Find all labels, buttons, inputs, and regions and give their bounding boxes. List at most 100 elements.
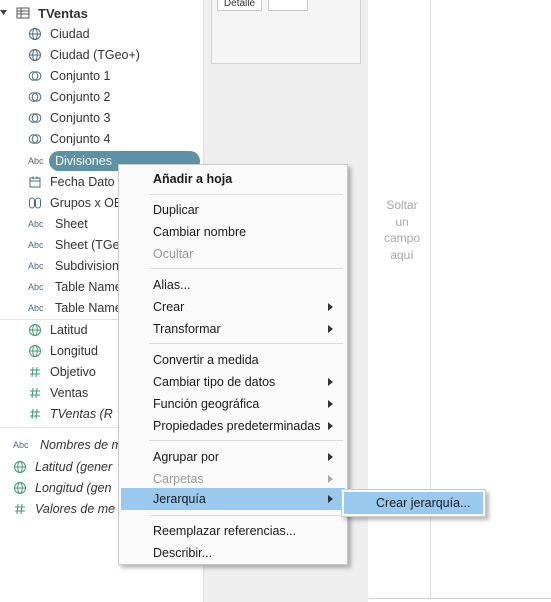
field-label: Sheet xyxy=(55,217,88,231)
field-label: Ciudad (TGeo+) xyxy=(50,48,140,62)
submenu-arrow-icon xyxy=(328,475,333,483)
field-label: Conjunto 1 xyxy=(50,69,111,83)
menu-item-add-to-sheet[interactable]: Añadir a hoja xyxy=(119,168,347,190)
field-ciudad-tgeo[interactable]: Ciudad (TGeo+) xyxy=(28,45,140,65)
datasource-row[interactable]: TVentas xyxy=(0,3,88,23)
field-sheet-tgeo[interactable]: Abc Sheet (TGeo xyxy=(28,235,127,255)
submenu-arrow-icon xyxy=(328,400,333,408)
set-icon xyxy=(28,132,42,146)
string-type-icon: Abc xyxy=(28,156,44,166)
field-tventas-count[interactable]: TVentas (R xyxy=(28,404,113,424)
menu-separator xyxy=(149,194,343,195)
field-conjunto-1[interactable]: Conjunto 1 xyxy=(28,66,110,86)
field-label: TVentas (R xyxy=(50,407,113,421)
set-icon xyxy=(28,69,42,83)
string-type-icon: Abc xyxy=(28,219,44,229)
menu-item-change-data-type[interactable]: Cambiar tipo de datos xyxy=(119,371,347,393)
field-label: Grupos x OB xyxy=(50,196,123,210)
field-conjunto-4[interactable]: Conjunto 4 xyxy=(28,129,110,149)
submenu-arrow-icon xyxy=(328,453,333,461)
context-menu: Añadir a hoja Duplicar Cambiar nombre Oc… xyxy=(118,164,348,565)
menu-item-hide[interactable]: Ocultar xyxy=(119,243,347,265)
menu-separator xyxy=(149,268,343,269)
string-type-icon: Abc xyxy=(28,261,44,271)
field-nombres-de-medidas[interactable]: Abc Nombres de m xyxy=(13,435,122,455)
field-table-name-1[interactable]: Abc Table Name xyxy=(28,277,122,297)
hash-icon xyxy=(28,407,42,421)
tooltip-button[interactable] xyxy=(268,0,308,11)
field-label: Longitud (gen xyxy=(35,481,112,495)
field-label: Latitud (gener xyxy=(35,460,113,474)
menu-item-geographic-role[interactable]: Función geográfica xyxy=(119,393,347,415)
field-grupos[interactable]: Grupos x OB xyxy=(28,193,122,213)
string-type-icon: Abc xyxy=(28,303,44,313)
menu-separator xyxy=(149,515,343,516)
drop-field-hint: Soltar un campo aquí xyxy=(383,198,421,262)
field-table-name-2[interactable]: Abc Table Name xyxy=(28,298,122,318)
hash-icon xyxy=(13,502,27,516)
field-valores-de-medidas[interactable]: Valores de me xyxy=(13,499,115,519)
marks-card: Detalle xyxy=(211,0,361,64)
menu-item-aliases[interactable]: Alias... xyxy=(119,274,347,296)
field-label: Ciudad xyxy=(50,27,90,41)
globe-icon xyxy=(13,481,27,495)
field-latitud[interactable]: Latitud xyxy=(28,320,88,340)
field-fecha-dato[interactable]: Fecha Dato xyxy=(28,172,115,192)
calendar-icon xyxy=(28,175,42,189)
field-longitud[interactable]: Longitud xyxy=(28,341,98,361)
field-label: Table Name xyxy=(55,301,122,315)
field-label: Latitud xyxy=(50,323,88,337)
menu-item-folders[interactable]: Carpetas xyxy=(119,468,347,490)
menu-item-group-by[interactable]: Agrupar por xyxy=(119,446,347,468)
menu-item-default-properties[interactable]: Propiedades predeterminadas xyxy=(119,415,347,437)
submenu-arrow-icon xyxy=(328,495,333,503)
view-bottom-border xyxy=(369,598,551,599)
field-label: Conjunto 2 xyxy=(50,90,111,104)
detail-button[interactable]: Detalle xyxy=(217,0,262,11)
string-type-icon: Abc xyxy=(28,240,44,250)
field-latitud-generado[interactable]: Latitud (gener xyxy=(13,457,112,477)
field-conjunto-3[interactable]: Conjunto 3 xyxy=(28,108,110,128)
submenu-arrow-icon xyxy=(328,325,333,333)
field-subdivision[interactable]: Abc Subdivision xyxy=(28,256,119,276)
field-label: Objetivo xyxy=(50,365,96,379)
string-type-icon: Abc xyxy=(13,440,29,450)
collapse-arrow-icon[interactable] xyxy=(0,6,8,20)
field-conjunto-2[interactable]: Conjunto 2 xyxy=(28,87,110,107)
field-label: Conjunto 3 xyxy=(50,111,111,125)
datasource-name: TVentas xyxy=(38,5,88,21)
menu-item-create[interactable]: Crear xyxy=(119,296,347,318)
submenu-arrow-icon xyxy=(328,303,333,311)
globe-icon xyxy=(28,323,42,337)
menu-item-describe[interactable]: Describir... xyxy=(119,542,347,564)
submenu-arrow-icon xyxy=(328,422,333,430)
menu-item-convert-to-measure[interactable]: Convertir a medida xyxy=(119,349,347,371)
field-longitud-generado[interactable]: Longitud (gen xyxy=(13,478,111,498)
field-divisiones[interactable]: Abc Divisiones xyxy=(28,151,112,171)
menu-separator xyxy=(149,343,343,344)
hash-icon xyxy=(28,365,42,379)
menu-item-replace-references[interactable]: Reemplazar referencias... xyxy=(119,520,347,542)
hash-icon xyxy=(28,386,42,400)
field-ciudad[interactable]: Ciudad xyxy=(28,24,90,44)
menu-item-hierarchy[interactable]: Jerarquía xyxy=(121,488,345,510)
string-type-icon: Abc xyxy=(28,282,44,292)
field-ventas[interactable]: Ventas xyxy=(28,383,88,403)
field-label: Longitud xyxy=(50,344,98,358)
set-icon xyxy=(28,111,42,125)
field-label: Conjunto 4 xyxy=(50,132,111,146)
globe-icon xyxy=(28,27,42,41)
field-label: Table Name xyxy=(55,280,122,294)
field-sheet[interactable]: Abc Sheet xyxy=(28,214,88,234)
globe-icon xyxy=(28,48,42,62)
field-objetivo[interactable]: Objetivo xyxy=(28,362,96,382)
menu-item-rename[interactable]: Cambiar nombre xyxy=(119,221,347,243)
menu-item-create-hierarchy[interactable]: Crear jerarquía... xyxy=(344,492,483,514)
menu-item-duplicate[interactable]: Duplicar xyxy=(119,199,347,221)
globe-icon xyxy=(28,344,42,358)
menu-item-transform[interactable]: Transformar xyxy=(119,318,347,340)
field-label: Divisiones xyxy=(55,154,112,168)
field-label: Valores de me xyxy=(35,502,116,516)
field-label: Ventas xyxy=(50,386,89,400)
set-icon xyxy=(28,90,42,104)
